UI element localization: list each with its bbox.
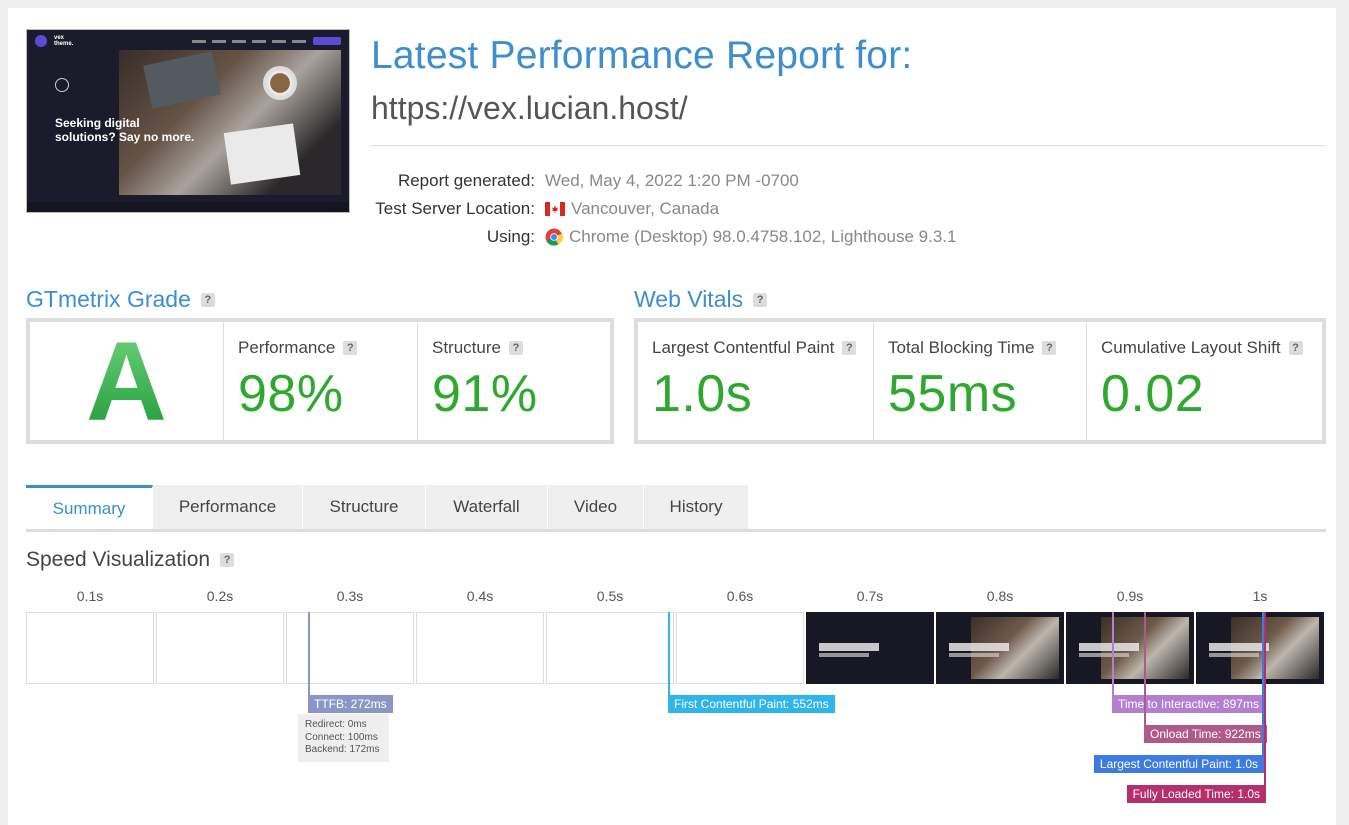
performance-label: Performance — [238, 338, 336, 357]
tab-video[interactable]: Video — [548, 485, 644, 529]
filmstrip-frame[interactable] — [26, 612, 154, 684]
filmstrip-frame[interactable] — [1066, 612, 1194, 684]
report-url-link[interactable]: https://vex.lucian.host/ — [371, 90, 688, 127]
filmstrip-frame[interactable] — [676, 612, 804, 684]
tbt-help-icon[interactable]: ? — [1042, 341, 1057, 355]
thumbnail-coffee-cup — [263, 66, 297, 100]
ttfb-redirect: Redirect: 0ms — [305, 719, 367, 730]
fcp-marker-label: First Contentful Paint: 552ms — [668, 695, 835, 713]
structure-help-icon[interactable]: ? — [508, 341, 523, 355]
report-page: vex theme. Seeking digital solutions? Sa… — [8, 8, 1336, 825]
lcp-marker-label: Largest Contentful Paint: 1.0s — [1093, 755, 1264, 773]
grade-help-icon[interactable]: ? — [200, 292, 215, 307]
thumbnail-play-icon — [55, 78, 69, 92]
cls-label: Cumulative Layout Shift — [1101, 338, 1281, 357]
thumbnail-nav: vex theme. — [27, 30, 349, 52]
onload-marker-label: Onload Time: 922ms — [1144, 725, 1267, 743]
structure-label: Structure — [432, 338, 501, 357]
tab-history[interactable]: History — [644, 485, 749, 529]
time-tick: 0.2s — [206, 588, 234, 604]
tab-summary[interactable]: Summary — [26, 485, 153, 529]
canada-flag-icon — [545, 202, 565, 216]
tab-structure[interactable]: Structure — [303, 485, 426, 529]
performance-help-icon[interactable]: ? — [343, 341, 358, 355]
filmstrip-frame[interactable] — [416, 612, 544, 684]
lcp-value: 1.0s — [652, 365, 753, 423]
report-tabs: Summary Performance Structure Waterfall … — [26, 485, 1326, 532]
ttfb-backend: Backend: 172ms — [305, 744, 380, 755]
grade-cell: A — [30, 322, 224, 440]
chrome-icon — [545, 228, 563, 246]
meta-row-location: Test Server Location: Vancouver, Canada — [371, 195, 956, 223]
filmstrip-frame[interactable] — [806, 612, 934, 684]
structure-score: 91% — [432, 365, 538, 423]
thumbnail-paper — [223, 123, 301, 185]
filmstrip-frame[interactable] — [286, 612, 414, 684]
filmstrip-frame[interactable] — [1196, 612, 1324, 684]
header-divider — [371, 145, 1326, 146]
time-tick: 0.3s — [336, 588, 364, 604]
thumbnail-cookie-bar — [27, 202, 349, 212]
tab-waterfall[interactable]: Waterfall — [426, 485, 548, 529]
generated-value: Wed, May 4, 2022 1:20 PM -0700 — [545, 171, 799, 190]
ttfb-breakdown: Redirect: 0ms Connect: 100ms Backend: 17… — [298, 714, 389, 762]
speed-help-icon[interactable]: ? — [220, 553, 235, 567]
report-meta: Report generated: Wed, May 4, 2022 1:20 … — [371, 167, 956, 251]
gtmetrix-grade-panel: A Performance? 98% Structure? 91% — [26, 318, 614, 444]
gtmetrix-grade-title: GTmetrix Grade ? — [26, 286, 215, 313]
cls-value: 0.02 — [1101, 365, 1205, 423]
thumbnail-logo-text: vex theme. — [54, 35, 74, 47]
filmstrip-frame[interactable] — [546, 612, 674, 684]
lcp-label: Largest Contentful Paint — [652, 338, 835, 357]
meta-row-generated: Report generated: Wed, May 4, 2022 1:20 … — [371, 167, 956, 195]
tab-performance[interactable]: Performance — [153, 485, 303, 529]
site-screenshot-thumbnail[interactable]: vex theme. Seeking digital solutions? Sa… — [26, 29, 350, 213]
ttfb-marker-line — [308, 612, 310, 695]
tti-marker-label: Time to Interactive: 897ms — [1112, 695, 1265, 713]
ttfb-marker-label: TTFB: 272ms — [308, 695, 393, 713]
grade-letter: A — [30, 326, 223, 438]
thumbnail-nav-button — [313, 37, 341, 45]
cls-cell: Cumulative Layout Shift? 0.02 — [1087, 322, 1322, 440]
time-tick: 1s — [1252, 588, 1268, 604]
performance-score: 98% — [238, 365, 344, 423]
lcp-help-icon[interactable]: ? — [842, 341, 857, 355]
fully-loaded-marker-line — [1264, 612, 1266, 785]
tbt-cell: Total Blocking Time? 55ms — [874, 322, 1087, 440]
page-title: Latest Performance Report for: — [371, 34, 913, 77]
meta-row-using: Using: Chrome (Desktop) 98.0.4758.102, L… — [371, 223, 957, 251]
thumbnail-headline: Seeking digital solutions? Say no more. — [55, 116, 195, 144]
time-tick: 0.7s — [856, 588, 884, 604]
fcp-marker-line — [668, 612, 670, 695]
cls-help-icon[interactable]: ? — [1288, 341, 1303, 355]
vitals-help-icon[interactable]: ? — [753, 292, 768, 307]
thumbnail-nav-links — [192, 39, 306, 43]
filmstrip-frame[interactable] — [156, 612, 284, 684]
time-tick: 0.8s — [986, 588, 1014, 604]
time-tick: 0.1s — [76, 588, 104, 604]
thumbnail-logo-icon — [35, 35, 47, 47]
time-tick: 0.9s — [1116, 588, 1144, 604]
ttfb-connect: Connect: 100ms — [305, 731, 378, 743]
web-vitals-panel: Largest Contentful Paint? 1.0s Total Blo… — [634, 318, 1326, 444]
lcp-cell: Largest Contentful Paint? 1.0s — [638, 322, 874, 440]
web-vitals-title: Web Vitals ? — [634, 286, 768, 313]
time-tick: 0.5s — [596, 588, 624, 604]
location-value: Vancouver, Canada — [571, 199, 720, 218]
speed-visualization-title: Speed Visualization ? — [26, 548, 235, 572]
tti-marker-line — [1112, 612, 1114, 695]
tbt-value: 55ms — [888, 365, 1018, 423]
onload-marker-line — [1144, 612, 1146, 725]
performance-cell: Performance? 98% — [224, 322, 418, 440]
filmstrip-frame[interactable] — [936, 612, 1064, 684]
time-tick: 0.4s — [466, 588, 494, 604]
tbt-label: Total Blocking Time — [888, 338, 1035, 357]
structure-cell: Structure? 91% — [418, 322, 610, 440]
fully-loaded-marker-label: Fully Loaded Time: 1.0s — [1126, 785, 1266, 803]
browser-value: Chrome (Desktop) 98.0.4758.102, Lighthou… — [569, 227, 957, 246]
time-tick: 0.6s — [726, 588, 754, 604]
